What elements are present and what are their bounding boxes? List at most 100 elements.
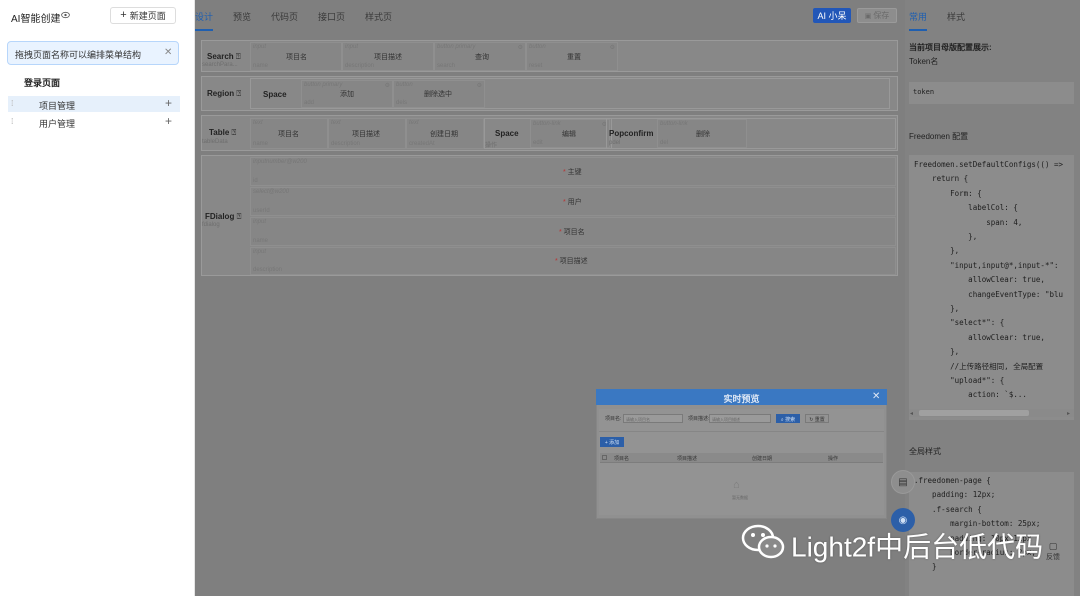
region-button-dels[interactable]: button dels 删除选中 ⚙ [393, 80, 485, 108]
wechat-icon [741, 524, 787, 567]
close-icon[interactable]: ✕ [872, 391, 880, 402]
tab-common[interactable]: 常用 [909, 10, 928, 31]
search-button-query[interactable]: button primary search 查询 ⚙ [434, 42, 526, 71]
table-space-actions[interactable]: Space 操作 button-link edit 编辑 ⚙ [484, 118, 612, 149]
table-column-description[interactable]: text description 项目描述 [328, 118, 406, 149]
global-style-title: 全局样式 [909, 447, 941, 456]
table-column-name[interactable]: text name 项目名 [250, 118, 328, 149]
tab-api-page[interactable]: 接口页 [318, 10, 345, 23]
popconfirm-label: Popconfirm [609, 129, 654, 138]
code-line: "select*": { [914, 318, 1005, 328]
preview-col-description: 项目描述 [677, 456, 698, 462]
preview-field1-input[interactable]: 请输入项目名 [623, 414, 683, 423]
top-nav: 设计 预览 代码页 接口页 样式页 [195, 0, 905, 32]
preview-reset-button[interactable]: ↻ 重置 [805, 414, 829, 423]
close-icon[interactable]: ✕ [164, 47, 172, 58]
code-line: changeEventType: "blu [914, 289, 1064, 299]
table-label: Table ⍰ [209, 128, 237, 137]
region-block[interactable]: Region ⍰ Space button primary add 添加 ⚙ but… [201, 76, 898, 111]
fdialog-row-description[interactable]: input description * 项目描述 [250, 247, 896, 275]
search-sub: searchPara... [202, 62, 238, 68]
table-block[interactable]: Table ⍰ tableData text name 项目名 text descri… [201, 115, 898, 151]
feedback-label: 反馈 [1046, 554, 1060, 561]
search-button-reset[interactable]: button reset 重置 ⚙ [526, 42, 618, 71]
code-line: allowClear: true, [914, 332, 1045, 342]
style-line: padding: 12px; [914, 490, 996, 500]
freedomen-config-code[interactable]: Freedomen.setDefaultConfigs(() => return… [909, 155, 1074, 420]
sidebar-item-label: 用户管理 [39, 119, 76, 129]
code-line: }, [914, 246, 960, 256]
freedomen-title: Freedomen 配置 [909, 132, 969, 141]
settings-icon: ⚙ [517, 45, 523, 51]
preview-field2-label: 项目描述: [688, 416, 710, 422]
region-button-add[interactable]: button primary add 添加 ⚙ [301, 80, 393, 108]
fdialog-block[interactable]: FDialog ⍰ fdialog inputnumber@w200 id * 主… [201, 155, 898, 276]
token-value: token [909, 82, 1074, 104]
eye-icon[interactable] [61, 11, 70, 19]
style-line: .f-search { [914, 504, 982, 514]
tab-style[interactable]: 样式 [947, 10, 965, 23]
space-sub: 操作 [485, 143, 498, 149]
doc-icon[interactable]: ▤ [891, 470, 915, 494]
watermark-text: Light2f中后台低代码 [791, 531, 1044, 563]
new-page-label: 新建页面 [129, 11, 166, 21]
table-sub: tableData [202, 139, 228, 145]
scroll-right-icon: ▸ [1067, 411, 1071, 417]
page-login[interactable]: 登录页面 [24, 76, 60, 89]
table-column-created[interactable]: text createdAt 创建日期 [406, 118, 484, 149]
preview-search-button[interactable]: ⌕ 搜索 [776, 414, 800, 423]
new-page-button[interactable]: + 新建页面 [110, 7, 176, 24]
fdialog-label: FDialog ⍰ [205, 212, 242, 221]
fdialog-row-user[interactable]: select@w200 userId * 用户 [250, 187, 896, 216]
code-line: "input,input@*,input-*": [914, 260, 1059, 270]
plus-icon: + [165, 96, 173, 110]
table-popconfirm[interactable]: Popconfirm pdel button-link del 删除 [606, 118, 896, 149]
code-line: //上传路径相同, 全局配置 [914, 362, 1044, 372]
search-icon: ⌕ [780, 417, 784, 423]
region-space[interactable]: Space button primary add 添加 ⚙ button dels 删除… [250, 78, 890, 109]
ai-assistant-button[interactable]: AI 小呆 [813, 8, 851, 23]
plus-icon: + [165, 114, 173, 128]
search-block[interactable]: Search ⍰ searchPara... input name 项目名 inpu… [201, 40, 898, 72]
search-field-description[interactable]: input description 项目描述 [342, 42, 434, 71]
preview-field2-input[interactable]: 请输入项目描述 [709, 414, 771, 423]
scroll-thumb [919, 410, 1029, 416]
feedback-button[interactable]: ▢ 反馈 [1041, 541, 1065, 567]
code-scrollbar[interactable]: ◂ ▸ [909, 409, 1074, 417]
fdialog-row-name[interactable]: input name * 项目名 [250, 217, 896, 246]
preview-field1-label: 项目名: [605, 416, 622, 422]
save-button[interactable]: ▣ 保存 [857, 8, 897, 23]
tab-design[interactable]: 设计 [195, 10, 214, 31]
table-button-edit[interactable]: button-link edit 编辑 ⚙ [530, 119, 610, 148]
preview-title: 实时预览 [723, 394, 760, 404]
search-label: Search ⍰ [207, 52, 241, 61]
tab-style-page[interactable]: 样式页 [365, 10, 392, 23]
tab-preview[interactable]: 预览 [233, 10, 251, 23]
style-line: .freedomen-page { [914, 476, 991, 485]
code-line: allowClear: true, [914, 275, 1045, 285]
fdialog-row-id[interactable]: inputnumber@w200 id * 主键 [250, 157, 896, 186]
select-all-checkbox[interactable] [602, 455, 607, 460]
help-icon: ⍰ [231, 128, 237, 137]
help-icon: ⍰ [235, 52, 241, 61]
sidebar: AI智能创建 + 新建页面 拖拽页面名称可以编排菜单结构 ✕ 登录页面 ⁞⁞ 项… [0, 0, 195, 596]
chat-icon: ▢ [1048, 541, 1058, 551]
code-line: }, [914, 347, 960, 357]
space-label: Space [263, 90, 287, 99]
plus-icon: + [120, 9, 127, 21]
preview-add-button[interactable]: + 添加 [600, 437, 624, 447]
sidebar-item-label: 项目管理 [39, 101, 76, 111]
region-label: Region ⍰ [207, 89, 242, 98]
sidebar-item-user[interactable]: ⁞⁞ 用户管理 + [8, 114, 180, 130]
watermark: Light2f中后台低代码 [741, 524, 1043, 567]
sidebar-title: AI智能创建 [11, 14, 61, 25]
tab-code-page[interactable]: 代码页 [271, 10, 298, 23]
help-icon: ⍰ [236, 89, 242, 98]
preview-table-header: 项目名 项目描述 创建日期 操作 [600, 453, 883, 463]
table-button-del[interactable]: button-link del 删除 [657, 119, 747, 148]
sidebar-item-project[interactable]: ⁞⁞ 项目管理 + [8, 96, 180, 112]
code-line: }, [914, 231, 978, 241]
code-line: span: 4, [914, 217, 1023, 227]
search-field-name[interactable]: input name 项目名 [250, 42, 342, 71]
preview-content: 项目名: 请输入项目名 项目描述: 请输入项目描述 ⌕ 搜索 ↻ 重置 + 添加… [599, 409, 884, 515]
